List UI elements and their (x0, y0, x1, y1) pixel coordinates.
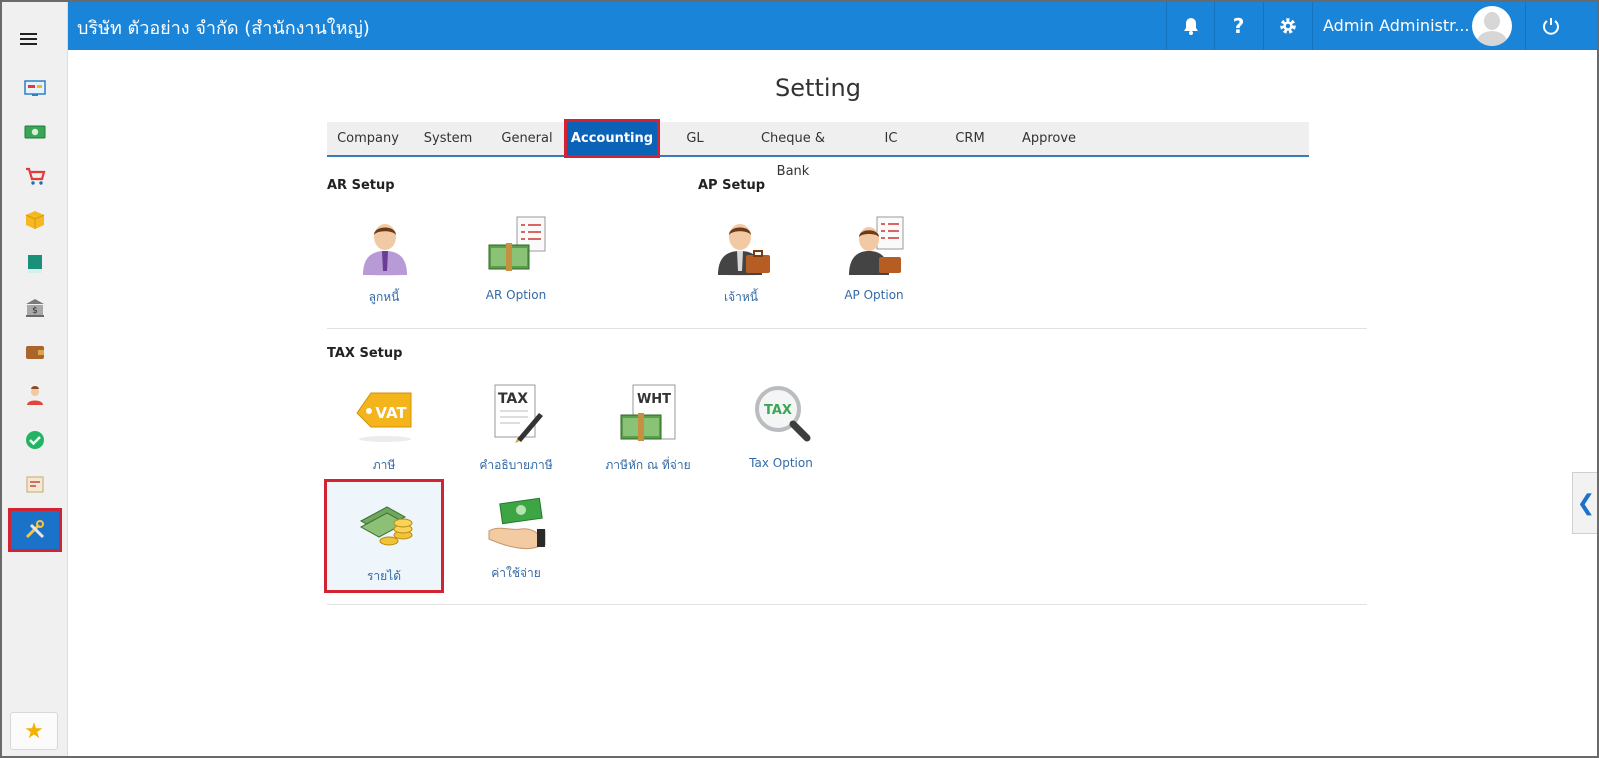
sidebar-item-bank[interactable]: $ (10, 288, 60, 328)
tab-company[interactable]: Company (333, 122, 403, 155)
sidebar-item-dashboard[interactable] (10, 68, 60, 108)
svg-text:VAT: VAT (375, 404, 407, 422)
approve-check-icon (26, 431, 44, 449)
sidebar-item-approve[interactable] (10, 420, 60, 460)
tile-expense[interactable]: ค่าใช้จ่าย (458, 491, 574, 601)
gear-icon[interactable] (1263, 2, 1311, 50)
app-window: $ ★ บริษัท ตัวอย่าง จำกัด (สำนักงานใหญ่)… (0, 0, 1599, 758)
hamburger-menu-icon[interactable] (20, 30, 48, 50)
bank-icon: $ (26, 299, 44, 317)
tile-label: AP Option (844, 288, 904, 302)
tile-label: คำอธิบายภาษี (479, 458, 553, 472)
tile-label: ภาษี (372, 458, 396, 472)
tab-general[interactable]: General (493, 122, 561, 155)
top-bar: บริษัท ตัวอย่าง จำกัด (สำนักงานใหญ่) ? A… (68, 2, 1597, 50)
sidebar-item-setting[interactable] (8, 508, 62, 552)
sidebar-item-report[interactable] (10, 464, 60, 504)
left-sidebar: $ ★ (2, 2, 68, 756)
settings-page: Setting Company System General Accountin… (68, 50, 1597, 756)
ar-option-money-checklist-icon (488, 216, 546, 271)
tile-label: รายได้ (366, 569, 402, 583)
tile-ap-option[interactable]: AP Option (816, 215, 932, 325)
sidebar-item-employee[interactable] (10, 376, 60, 416)
sidebar-item-inventory[interactable] (10, 200, 60, 240)
sidebar-item-cash[interactable] (10, 112, 60, 152)
tile-debtor[interactable]: ลูกหนี้ (326, 215, 442, 325)
debtor-person-icon (363, 224, 407, 276)
section-divider (327, 328, 1367, 329)
svg-text:TAX: TAX (498, 391, 528, 407)
tab-system[interactable]: System (413, 122, 483, 155)
svg-text:$: $ (32, 306, 38, 316)
creditor-businessman-icon (718, 224, 770, 276)
tab-gl[interactable]: GL (667, 122, 723, 155)
svg-text:TAX: TAX (764, 403, 792, 418)
wht-document-money-icon: WHT (620, 384, 676, 441)
ap-option-businessman-checklist-icon (849, 216, 904, 275)
cash-icon (24, 125, 46, 139)
tile-tax[interactable]: VAT ภาษี (326, 383, 442, 493)
tile-tax-description[interactable]: TAX คำอธิบายภาษี (458, 383, 574, 493)
user-name: Admin Administr... (1323, 16, 1470, 35)
tools-icon (25, 520, 45, 539)
income-money-coins-icon (359, 506, 413, 546)
tile-label: Tax Option (749, 456, 813, 470)
tab-crm[interactable]: CRM (939, 122, 1001, 155)
tile-income[interactable]: รายได้ (324, 479, 444, 593)
collapse-panel-chevron-icon[interactable]: ❮ (1572, 472, 1597, 534)
sidebar-item-sales[interactable] (10, 156, 60, 196)
help-icon[interactable]: ? (1214, 2, 1262, 50)
page-title: Setting (775, 74, 861, 102)
bell-icon[interactable] (1166, 2, 1214, 50)
tile-creditor[interactable]: เจ้าหนี้ (683, 215, 799, 325)
sidebar-item-wallet[interactable] (10, 332, 60, 372)
dashboard-icon (24, 80, 46, 96)
tax-document-pen-icon: TAX (494, 384, 543, 443)
company-name: บริษัท ตัวอย่าง จำกัด (สำนักงานใหญ่) (77, 18, 370, 39)
tile-label: ภาษีหัก ณ ที่จ่าย (605, 458, 691, 472)
svg-text:WHT: WHT (637, 392, 671, 407)
section-divider (327, 604, 1367, 605)
tab-accounting[interactable]: Accounting (564, 119, 660, 158)
tax-setup-title: TAX Setup (327, 346, 403, 361)
tile-label: เจ้าหนี้ (724, 290, 758, 304)
tile-withholding-tax[interactable]: WHT ภาษีหัก ณ ที่จ่าย (590, 383, 706, 493)
tile-tax-option[interactable]: TAX Tax Option (723, 383, 839, 493)
user-menu[interactable]: Admin Administr... (1312, 2, 1525, 50)
vat-tag-icon: VAT (356, 392, 412, 442)
wallet-icon (26, 346, 44, 359)
tab-ic[interactable]: IC (861, 122, 921, 155)
box-icon (25, 211, 45, 229)
tile-label: ลูกหนี้ (368, 290, 400, 304)
book-icon (28, 255, 42, 273)
cart-icon (26, 167, 46, 185)
sidebar-item-ledger[interactable] (10, 244, 60, 284)
expense-hand-money-icon (488, 497, 546, 550)
tile-label: AR Option (485, 288, 547, 302)
tab-cheque-bank[interactable]: Cheque & Bank (743, 122, 843, 179)
tax-magnifier-icon: TAX (755, 386, 811, 442)
power-icon[interactable] (1525, 2, 1575, 50)
report-icon (26, 476, 44, 493)
tile-label: ค่าใช้จ่าย (491, 566, 541, 580)
ar-setup-title: AR Setup (327, 178, 395, 193)
ap-setup-title: AP Setup (698, 178, 766, 193)
employee-icon (27, 386, 43, 405)
tile-ar-option[interactable]: AR Option (458, 215, 574, 325)
avatar[interactable] (1472, 6, 1512, 46)
favorites-star-icon[interactable]: ★ (10, 712, 58, 750)
tab-approve[interactable]: Approve (1017, 122, 1081, 155)
settings-tab-bar: Company System General Accounting GL Che… (327, 119, 1309, 179)
